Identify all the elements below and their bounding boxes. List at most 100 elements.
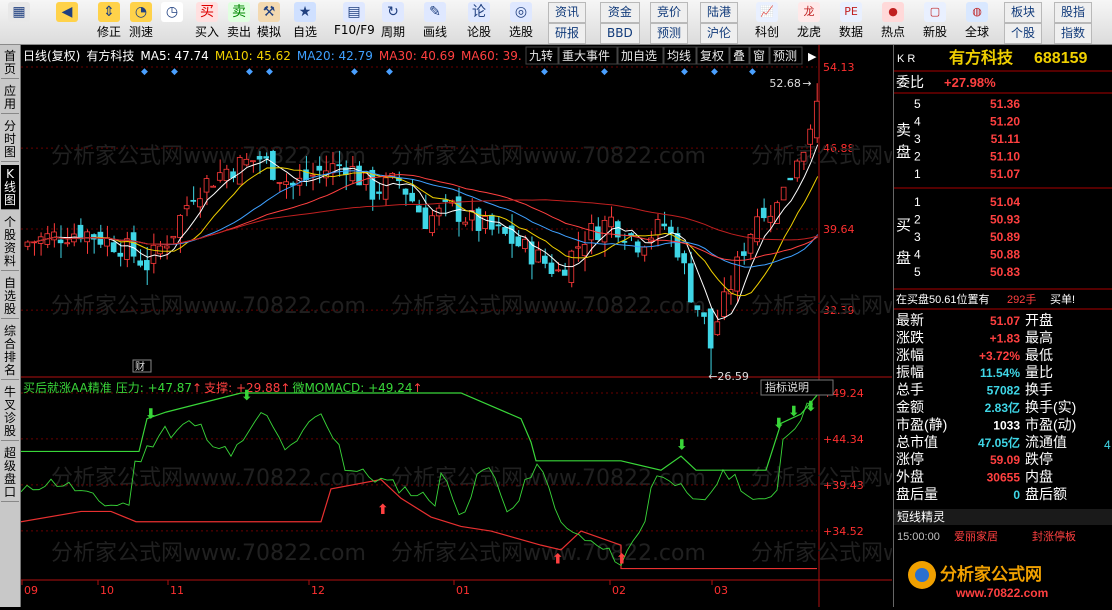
toolbar-group-item[interactable]: 资金	[600, 2, 640, 23]
toolbar-button-1[interactable]: ◀	[52, 2, 82, 42]
play-icon[interactable]: ▶	[808, 50, 817, 63]
ma-label: MA10: 45.62	[215, 49, 291, 63]
toolbar-group-item[interactable]: 个股	[1004, 23, 1043, 44]
candle-body	[641, 246, 648, 256]
indicator-tick: +44.34	[823, 433, 864, 446]
toolbar-button-10[interactable]: ↻ 周期	[378, 2, 408, 42]
star-icon: ★	[294, 2, 316, 22]
logo-dot-icon	[915, 568, 929, 582]
toolbar-button-13[interactable]: ◎ 选股	[506, 2, 536, 42]
leftnav-tab-0[interactable]: 首页	[1, 47, 19, 79]
leftnav-tab-4[interactable]: 个股资料	[1, 213, 19, 271]
toolbar-group-item[interactable]: 研报	[548, 23, 587, 44]
chart-bg	[21, 45, 892, 607]
candle-body	[150, 244, 157, 264]
event-diamond-icon[interactable]: ◆	[141, 67, 148, 77]
leftnav-tab-8[interactable]: 超级盘口	[1, 444, 19, 502]
toolbar-button-4[interactable]: ◷	[157, 2, 187, 42]
buy-arrow-icon: ⬆	[377, 502, 389, 518]
quote-label: 涨停	[896, 451, 924, 467]
candle-body	[548, 262, 555, 274]
leftnav-tab-7[interactable]: 牛叉诊股	[1, 383, 19, 441]
indicator-tick: +39.43	[823, 479, 864, 492]
toolbar-button-8[interactable]: ★ 自选	[290, 2, 320, 42]
leftnav-tab-2[interactable]: 分时图	[1, 117, 19, 162]
toolbar-group-0: 资讯 研报	[548, 2, 587, 44]
toolbar-button2-2[interactable]: PE 数据	[834, 2, 868, 42]
toolbar-button-11[interactable]: ✎ 画线	[420, 2, 450, 42]
quote-label-2: 盘后额	[1025, 486, 1067, 502]
toolbar-button-6[interactable]: 卖卖出	[224, 2, 254, 42]
chart-tab-label: 重大事件	[562, 49, 610, 63]
toolbar-group-item[interactable]: 资讯	[548, 2, 587, 23]
quote-label: 盘后量	[896, 486, 938, 502]
chart-stock-name: 有方科技	[86, 48, 134, 63]
toolbar-button-3[interactable]: ◔ 测速	[126, 2, 156, 42]
sell-price: 51.10	[990, 150, 1020, 164]
event-diamond-icon[interactable]: ◆	[681, 67, 688, 77]
event-diamond-icon[interactable]: ◆	[266, 67, 273, 77]
stock-code-label: K R	[897, 53, 915, 65]
toolbar-button-9[interactable]: ▤ F10/F9	[334, 2, 375, 42]
quote-label-2: 流通值	[1025, 434, 1067, 450]
toolbar-button-label: 科创	[754, 25, 779, 39]
toolbar-group-item[interactable]: BBD	[600, 23, 640, 44]
event-diamond-icon[interactable]: ◆	[749, 67, 756, 77]
candle-body	[157, 245, 163, 255]
toolbar-button2-1[interactable]: 龙龙虎	[792, 2, 826, 42]
order-alert-action: 买单!	[1050, 293, 1075, 306]
xaxis-label: 09	[24, 584, 38, 597]
toolbar-button-2[interactable]: ⇕ 修正	[94, 2, 124, 42]
candle-body	[422, 207, 429, 230]
candle-body	[415, 205, 422, 213]
watermark-text: 分析家公式网www.70822.com	[51, 294, 366, 319]
toolbar-group-item[interactable]: 预测	[650, 23, 689, 44]
buy-arrow-icon: ⬆	[616, 552, 628, 568]
toolbar-button-label: 龙虎	[796, 25, 821, 39]
candle-body	[455, 196, 462, 222]
sell-level: 1	[914, 167, 921, 181]
toolbar-group-item[interactable]: 指数	[1054, 23, 1093, 44]
toolbar-button-5[interactable]: 买买入	[192, 2, 222, 42]
buy-price: 50.93	[990, 213, 1020, 227]
quote-value: 0	[1013, 488, 1020, 502]
toolbar-button-0[interactable]: ▦	[4, 2, 34, 42]
leftnav-tab-6[interactable]: 综合排名	[1, 322, 19, 380]
toolbar-group-item[interactable]: 股指	[1054, 2, 1093, 23]
dragon-icon: 龙	[798, 2, 820, 22]
toolbar-button2-3[interactable]: ● 热点	[876, 2, 910, 42]
quote-label-2: 换手	[1025, 382, 1053, 398]
event-diamond-icon[interactable]: ◆	[351, 67, 358, 77]
event-diamond-icon[interactable]: ◆	[711, 67, 718, 77]
candle-body	[163, 245, 170, 249]
leftnav-tab-3[interactable]: K线图	[1, 165, 19, 210]
watermark-text: 分析家公式网www.70822.com	[51, 541, 366, 566]
leftnav-tab-5[interactable]: 自选股	[1, 274, 19, 319]
event-diamond-icon[interactable]: ◆	[386, 67, 393, 77]
quote-value: 59.09	[990, 453, 1020, 467]
toolbar-button2-0[interactable]: 📈 科创	[750, 2, 784, 42]
toolbar-button2-4[interactable]: ▢ 新股	[918, 2, 952, 42]
ma-label: MA60: 39.	[461, 49, 522, 63]
candle-body	[270, 150, 276, 180]
toolbar-button-label: 论股	[466, 25, 491, 39]
event-diamond-icon[interactable]: ◆	[541, 67, 548, 77]
hot-icon: ●	[882, 2, 904, 22]
event-diamond-icon[interactable]: ◆	[601, 67, 608, 77]
toolbar-button-12[interactable]: 论论股	[464, 2, 494, 42]
event-diamond-icon[interactable]: ◆	[171, 67, 178, 77]
buy-price: 51.04	[990, 195, 1020, 209]
candle-body	[409, 192, 415, 202]
event-diamond-icon[interactable]: ◆	[246, 67, 253, 77]
toolbar-button-7[interactable]: ⚒ 模拟	[254, 2, 284, 42]
toolbar-group-item[interactable]: 竞价	[650, 2, 689, 23]
chart-tab-label: 加自选	[621, 49, 657, 63]
toolbar-group-item[interactable]: 沪伦	[700, 23, 739, 44]
toolbar-group-item[interactable]: 板块	[1004, 2, 1043, 23]
sell-arrow-icon: ⬇	[241, 388, 253, 404]
toolbar-group-item[interactable]: 陆港	[700, 2, 739, 23]
leftnav-tab-1[interactable]: 应用	[1, 82, 19, 114]
quote-label-2: 开盘	[1025, 312, 1053, 328]
toolbar-button-label: 画线	[422, 25, 447, 39]
toolbar-button2-5[interactable]: ◍ 全球	[960, 2, 994, 42]
